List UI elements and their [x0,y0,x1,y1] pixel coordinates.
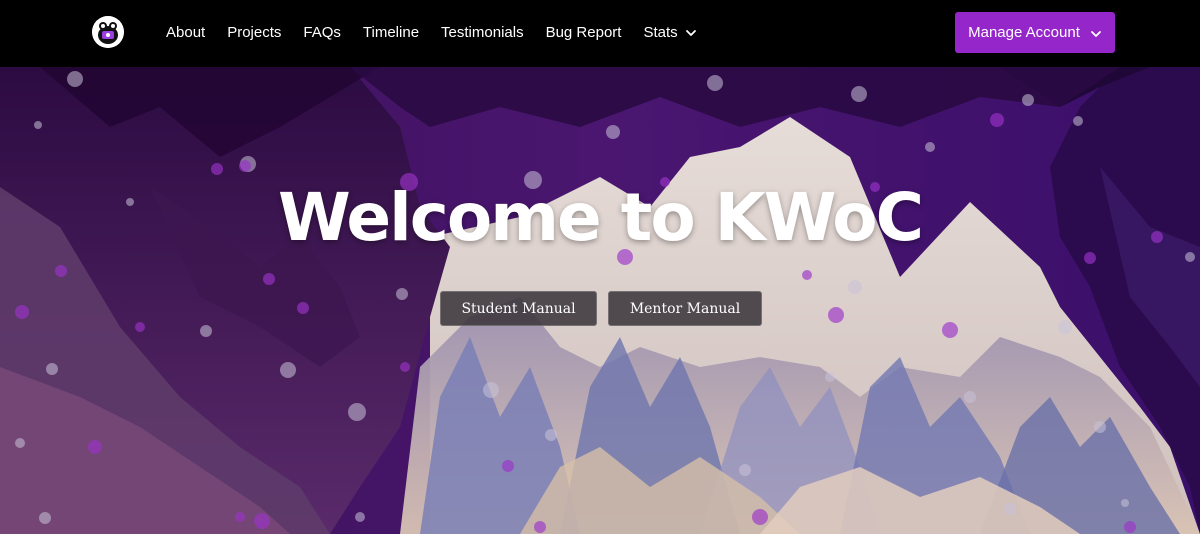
nav-link-projects[interactable]: Projects [227,24,281,41]
hero-section: Welcome to KWoC Student Manual Mentor Ma… [0,67,1200,534]
nav-link-label: Projects [227,23,282,41]
mentor-manual-button[interactable]: Mentor Manual [608,291,762,326]
nav-link-label: Bug Report [545,23,622,41]
nav-link-about[interactable]: About [166,24,205,41]
nav-link-label: Timeline [362,23,420,41]
nav-link-label: FAQs [303,23,341,41]
navbar: About Projects FAQs Timeline Testimonial… [0,0,1200,67]
nav-link-label: About [166,23,206,41]
student-manual-button[interactable]: Student Manual [440,291,597,326]
chevron-down-icon [1090,27,1102,39]
nav-link-stats[interactable]: Stats [643,24,696,41]
manage-account-label: Manage Account [968,24,1080,41]
hero-background-image [0,67,1200,534]
nav-link-testimonials[interactable]: Testimonials [441,24,524,41]
page: About Projects FAQs Timeline Testimonial… [0,0,1200,534]
nav-link-label: Testimonials [441,23,524,41]
chevron-down-icon [685,26,697,38]
nav-link-label: Stats [643,23,678,41]
nav-link-faqs[interactable]: FAQs [303,24,341,41]
nav-link-timeline[interactable]: Timeline [363,24,419,41]
mentor-manual-label: Mentor Manual [629,300,741,317]
manage-account-button[interactable]: Manage Account [955,12,1115,53]
nav-links: About Projects FAQs Timeline Testimonial… [166,0,719,64]
hero-title: Welcome to KWoC [277,179,924,256]
nav-link-bug-report[interactable]: Bug Report [546,24,622,41]
kwoc-logo-icon[interactable] [92,16,124,48]
student-manual-label: Student Manual [461,300,576,317]
